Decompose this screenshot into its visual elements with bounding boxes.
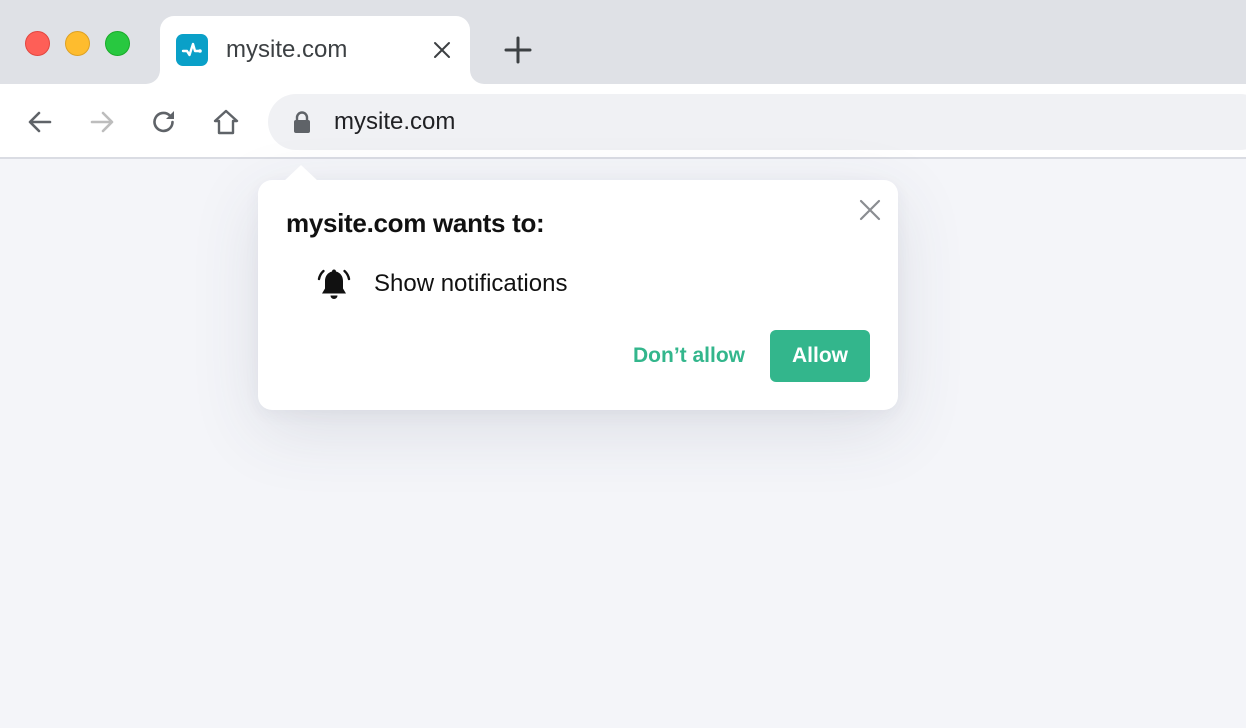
permission-label: Show notifications bbox=[374, 270, 568, 297]
forward-button[interactable] bbox=[84, 104, 120, 140]
tab-strip: mysite.com bbox=[0, 0, 1246, 84]
prompt-title: mysite.com wants to: bbox=[286, 208, 545, 238]
lock-icon bbox=[294, 111, 310, 133]
close-icon bbox=[434, 42, 450, 58]
toolbar-divider bbox=[0, 157, 1246, 159]
window-maximize-button[interactable] bbox=[105, 31, 130, 56]
reload-icon bbox=[153, 111, 174, 133]
tab-close-button[interactable] bbox=[430, 38, 454, 62]
home-icon bbox=[213, 109, 239, 135]
toolbar: mysite.com bbox=[0, 84, 1246, 158]
new-tab-button[interactable] bbox=[500, 32, 536, 68]
dont-allow-button[interactable]: Don’t allow bbox=[618, 330, 760, 382]
address-bar[interactable]: mysite.com bbox=[268, 94, 1246, 150]
prompt-close-button[interactable] bbox=[856, 196, 884, 224]
tab-title: mysite.com bbox=[226, 36, 348, 63]
arrow-right-icon bbox=[90, 111, 114, 133]
arrow-left-icon bbox=[28, 111, 52, 133]
url-text[interactable]: mysite.com bbox=[334, 108, 455, 136]
tab-active[interactable]: mysite.com bbox=[160, 16, 470, 84]
window-close-button[interactable] bbox=[25, 31, 50, 56]
permission-prompt: mysite.com wants to: Show notifications … bbox=[258, 165, 898, 410]
pulse-icon bbox=[176, 34, 208, 66]
home-button[interactable] bbox=[208, 104, 244, 140]
reload-button[interactable] bbox=[146, 104, 182, 140]
prompt-anchor-arrow bbox=[284, 165, 318, 181]
allow-button[interactable]: Allow bbox=[770, 330, 870, 382]
permission-item: Show notifications bbox=[314, 264, 567, 304]
plus-icon bbox=[504, 36, 532, 64]
bell-ringing-icon bbox=[314, 264, 354, 304]
window-minimize-button[interactable] bbox=[65, 31, 90, 56]
close-icon bbox=[859, 199, 881, 221]
back-button[interactable] bbox=[22, 104, 58, 140]
